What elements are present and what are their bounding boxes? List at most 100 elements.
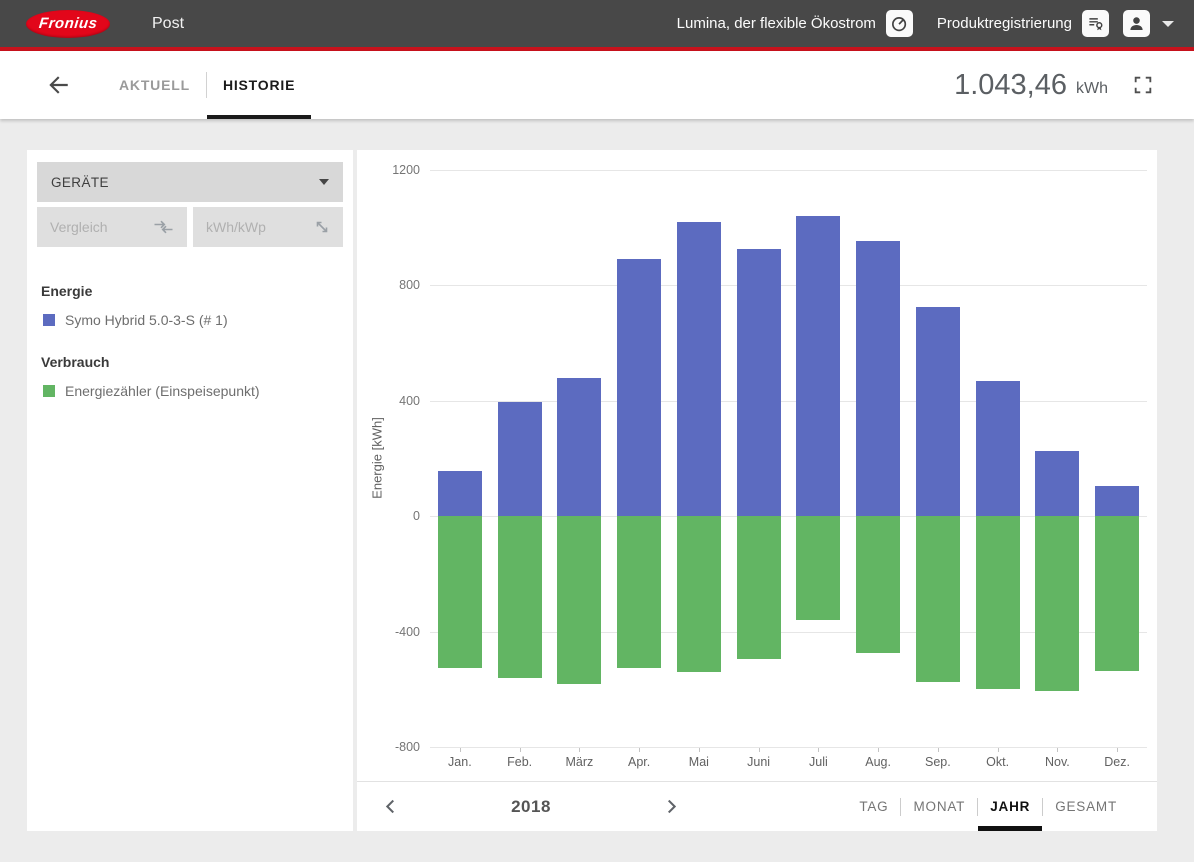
back-arrow-icon[interactable] <box>45 72 71 98</box>
bar-verbrauch-Dez[interactable] <box>1095 516 1139 670</box>
y-tick-label-400: 400 <box>399 394 420 408</box>
bar-energie-Feb[interactable] <box>498 402 542 516</box>
chart-panel: Energie [kWh] 12008004000-400-800 Jan.Fe… <box>357 150 1157 831</box>
legend-item-energie[interactable]: Symo Hybrid 5.0-3-S (# 1) <box>43 312 339 328</box>
gridline-1200 <box>430 170 1147 171</box>
bar-energie-Jan[interactable] <box>438 471 482 516</box>
legend-title-verbrauch: Verbrauch <box>41 354 339 370</box>
x-axis-labels: Jan. Feb. März Apr. Mai Juni Juli Aug. Sep. Okt. N… <box>430 747 1147 773</box>
fronius-logo-text: Fronius <box>38 15 98 32</box>
bar-verbrauch-Okt[interactable] <box>976 516 1020 689</box>
produktregistrierung-link-label[interactable]: Produktregistrierung <box>937 15 1072 32</box>
devices-dropdown[interactable]: GERÄTE <box>37 162 343 202</box>
sidebar-button-row: Vergleich kWh/kWp <box>37 207 343 247</box>
compare-arrows-icon <box>153 220 174 234</box>
chevron-right-icon[interactable] <box>656 797 687 816</box>
legend-item-verbrauch[interactable]: Energiezähler (Einspeisepunkt) <box>43 383 339 399</box>
y-tick-label--400: -400 <box>395 625 420 639</box>
x-tick-label-Apr: Apr. <box>628 755 650 769</box>
chevron-left-icon[interactable] <box>375 797 406 816</box>
chart-footer-nav: 2018 TAG MONAT JAHR GESAMT <box>357 782 1157 831</box>
period-tab-tag[interactable]: TAG <box>847 782 900 831</box>
bar-verbrauch-Apr[interactable] <box>617 516 661 667</box>
gridline--800 <box>430 747 1147 748</box>
chart-legend: Energie Symo Hybrid 5.0-3-S (# 1) Verbra… <box>41 283 339 399</box>
y-tick-label-800: 800 <box>399 278 420 292</box>
x-tick-label-Sep: Sep. <box>925 755 951 769</box>
y-tick-label--800: -800 <box>395 740 420 754</box>
bar-verbrauch-Jan[interactable] <box>438 516 482 667</box>
app-title: Post <box>152 15 184 33</box>
legend-swatch-energie <box>43 314 55 326</box>
compare-button[interactable]: Vergleich <box>37 207 187 247</box>
bar-energie-Okt[interactable] <box>976 381 1020 517</box>
period-tab-jahr[interactable]: JAHR <box>978 782 1042 831</box>
y-tick-label-0: 0 <box>413 509 420 523</box>
period-tab-gesamt[interactable]: GESAMT <box>1043 782 1129 831</box>
period-tab-monat[interactable]: MONAT <box>901 782 977 831</box>
unit-toggle-label: kWh/kWp <box>206 219 266 235</box>
bar-energie-Nov[interactable] <box>1035 451 1079 516</box>
x-tick-label-Aug: Aug. <box>865 755 891 769</box>
sidebar-panel: GERÄTE Vergleich kWh/kWp Energi <box>27 150 353 831</box>
period-tabs: TAG MONAT JAHR GESAMT <box>847 782 1129 831</box>
y-axis-labels: 12008004000-400-800 <box>357 170 420 747</box>
fronius-logo[interactable]: Fronius <box>26 10 110 38</box>
x-tick-label-Dez: Dez. <box>1104 755 1130 769</box>
y-tick-label-1200: 1200 <box>392 163 420 177</box>
caret-down-icon[interactable] <box>1162 21 1174 27</box>
bar-energie-Sep[interactable] <box>916 307 960 516</box>
bar-energie-März[interactable] <box>557 378 601 516</box>
total-energy-unit: kWh <box>1076 72 1108 98</box>
bar-energie-Dez[interactable] <box>1095 486 1139 516</box>
nav-spacer <box>687 782 847 831</box>
tab-aktuell[interactable]: AKTUELL <box>103 51 206 119</box>
x-tick-label-Juli: Juli <box>809 755 828 769</box>
x-tick-label-Juni: Juni <box>747 755 770 769</box>
x-tick-label-Nov: Nov. <box>1045 755 1070 769</box>
top-header: Fronius Post Lumina, der flexible Ökostr… <box>0 0 1194 47</box>
unit-toggle-button[interactable]: kWh/kWp <box>193 207 343 247</box>
total-energy-display: 1.043,46 kWh <box>954 69 1154 102</box>
x-tick-label-März: März <box>565 755 593 769</box>
plot-area <box>430 170 1147 747</box>
bar-energie-Juni[interactable] <box>737 249 781 516</box>
eco-power-icon[interactable] <box>886 10 913 37</box>
bar-energie-Juli[interactable] <box>796 216 840 516</box>
bar-energie-Aug[interactable] <box>856 241 900 517</box>
year-navigation: 2018 <box>375 782 687 831</box>
tab-historie[interactable]: HISTORIE <box>207 51 311 119</box>
legend-item-energie-label: Symo Hybrid 5.0-3-S (# 1) <box>65 312 228 328</box>
user-icon[interactable] <box>1123 10 1150 37</box>
dropdown-caret-icon <box>319 179 329 185</box>
diagonal-arrow-icon <box>314 219 330 235</box>
devices-dropdown-label: GERÄTE <box>51 175 109 190</box>
fullscreen-icon[interactable] <box>1132 74 1154 96</box>
bar-verbrauch-Sep[interactable] <box>916 516 960 682</box>
year-label: 2018 <box>511 797 551 817</box>
x-tick-label-Okt: Okt. <box>986 755 1009 769</box>
legend-swatch-verbrauch <box>43 385 55 397</box>
bar-energie-Mai[interactable] <box>677 222 721 516</box>
gridline-800 <box>430 285 1147 286</box>
bar-energie-Apr[interactable] <box>617 259 661 516</box>
bar-verbrauch-Feb[interactable] <box>498 516 542 678</box>
bar-verbrauch-März[interactable] <box>557 516 601 683</box>
bar-verbrauch-Mai[interactable] <box>677 516 721 672</box>
toolbar-spacer <box>311 51 954 119</box>
total-energy-value: 1.043,46 <box>954 69 1067 102</box>
certificate-icon[interactable] <box>1082 10 1109 37</box>
bar-verbrauch-Aug[interactable] <box>856 516 900 653</box>
x-tick-label-Mai: Mai <box>689 755 709 769</box>
x-tick-label-Jan: Jan. <box>448 755 472 769</box>
legend-title-energie: Energie <box>41 283 339 299</box>
bar-verbrauch-Nov[interactable] <box>1035 516 1079 691</box>
lumina-link-label[interactable]: Lumina, der flexible Ökostrom <box>677 15 876 32</box>
x-tick-label-Feb: Feb. <box>507 755 532 769</box>
bar-verbrauch-Juli[interactable] <box>796 516 840 620</box>
bar-verbrauch-Juni[interactable] <box>737 516 781 659</box>
view-toolbar: AKTUELL HISTORIE 1.043,46 kWh <box>0 51 1194 119</box>
legend-item-verbrauch-label: Energiezähler (Einspeisepunkt) <box>65 383 260 399</box>
main-content: GERÄTE Vergleich kWh/kWp Energi <box>27 150 1157 831</box>
compare-button-label: Vergleich <box>50 219 108 235</box>
